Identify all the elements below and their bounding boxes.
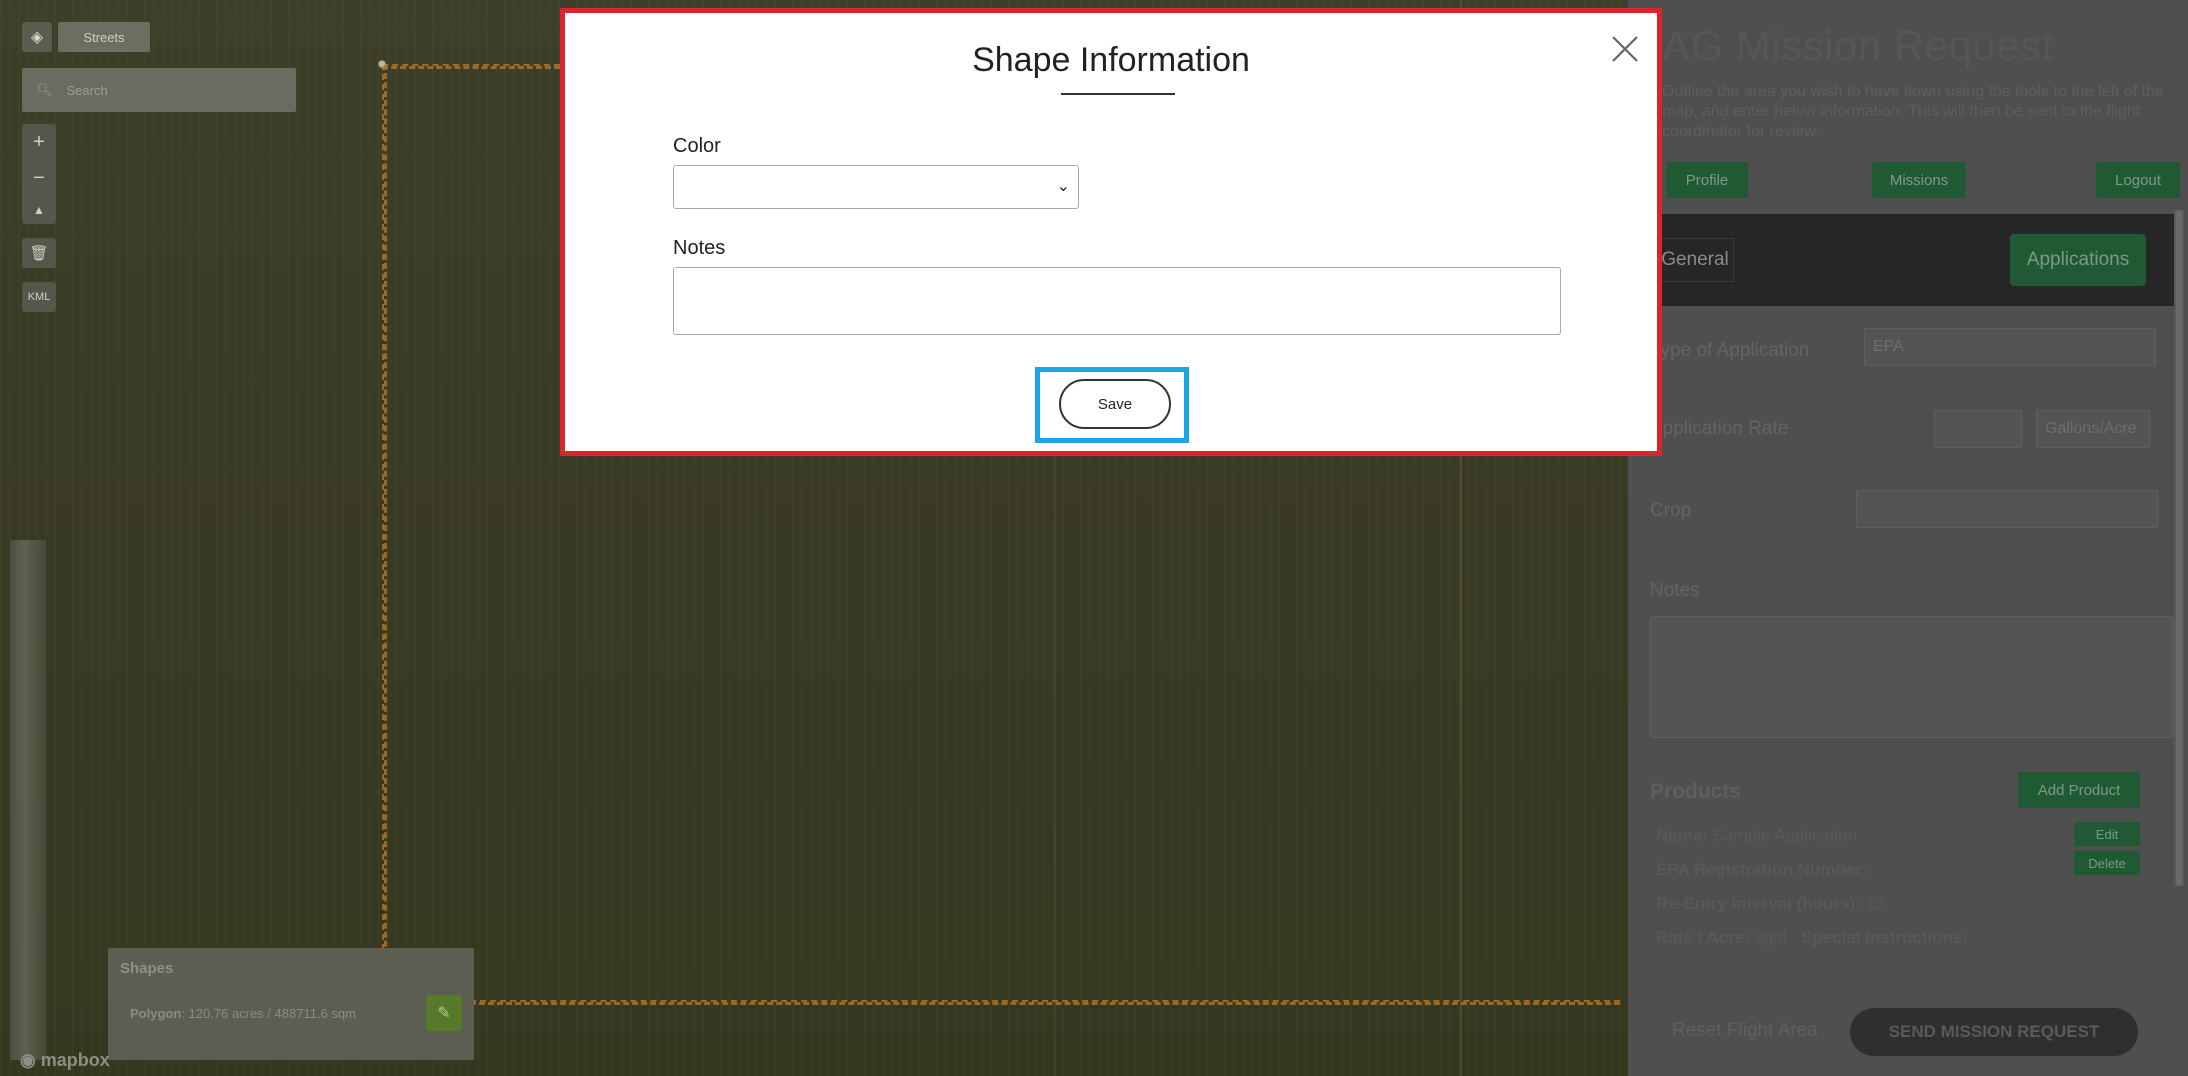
save-button[interactable]: Save xyxy=(1059,379,1171,429)
edit-shape-button[interactable]: ✎ xyxy=(426,995,462,1031)
rate-label: Application Rate xyxy=(1650,418,1789,439)
layers-icon[interactable]: ◈ xyxy=(22,22,52,52)
title-underline xyxy=(1061,93,1175,95)
notes-input[interactable] xyxy=(673,267,1561,335)
tab-general[interactable]: General xyxy=(1656,238,1734,282)
product-epa: EPA Registration Number: xyxy=(1656,860,1868,879)
page-title: AG Mission Request xyxy=(1662,22,2054,69)
missions-button[interactable]: Missions xyxy=(1872,162,1966,198)
modal-title: Shape Information xyxy=(972,41,1250,79)
rate-unit-select[interactable]: Gallons/Acre xyxy=(2036,410,2150,448)
polygon-edge-bottom xyxy=(470,1000,1620,1005)
add-product-button[interactable]: Add Product xyxy=(2018,772,2140,808)
shape-list-item: Polygon: 120.76 acres / 488711.6 sqm ✎ xyxy=(120,995,462,1031)
chevron-down-icon: ⌄ xyxy=(1056,178,1070,195)
mission-request-panel: AG Mission Request Outline the area you … xyxy=(1628,0,2188,1076)
page-description: Outline the area you wish to have flown … xyxy=(1662,83,2164,140)
crop-input[interactable] xyxy=(1856,490,2158,528)
product-rate: Rate / Acre: 3gal Special Instructions: xyxy=(1656,928,1969,947)
compass-icon[interactable]: ▲ xyxy=(33,203,45,217)
product-name: Name: Sample Application xyxy=(1656,826,1858,845)
type-input[interactable]: EPA xyxy=(1864,328,2156,366)
shapes-panel: Shapes Polygon: 120.76 acres / 488711.6 … xyxy=(108,948,474,1060)
notes-label: Notes xyxy=(1650,580,1700,601)
shape-area: 120.76 acres / 488711.6 sqm xyxy=(188,1005,356,1021)
notes-label: Notes xyxy=(673,237,726,259)
products-title: Products xyxy=(1650,780,1742,803)
polygon-edge-top xyxy=(382,64,560,69)
profile-button[interactable]: Profile xyxy=(1666,162,1748,198)
zoom-controls: + − ▲ xyxy=(22,124,56,224)
polygon-edge-left xyxy=(382,64,387,1010)
tab-bar: General Applications xyxy=(1628,214,2174,306)
color-select[interactable]: ⌄ xyxy=(673,165,1079,209)
trash-icon[interactable]: 🗑 xyxy=(22,238,56,268)
map-style-button[interactable]: Streets xyxy=(58,22,150,52)
shape-type: Polygon xyxy=(130,1005,182,1021)
tab-applications[interactable]: Applications xyxy=(2010,234,2146,286)
zoom-out-button[interactable]: − xyxy=(33,167,45,190)
color-label: Color xyxy=(673,135,721,157)
search-icon: 🔍︎ xyxy=(36,82,53,97)
shapes-title: Shapes xyxy=(120,960,174,977)
close-icon[interactable] xyxy=(1605,29,1645,69)
scrollbar-thumb[interactable] xyxy=(2176,210,2182,886)
logout-button[interactable]: Logout xyxy=(2096,162,2180,198)
map-search[interactable]: 🔍︎ Search xyxy=(22,68,296,112)
type-label: Type of Application xyxy=(1650,340,1810,361)
product-rei: Re-Entry Interval (hours): 12 xyxy=(1656,894,1885,913)
edit-product-button[interactable]: Edit xyxy=(2074,822,2140,846)
search-placeholder: Search xyxy=(66,82,108,98)
polygon-vertex[interactable] xyxy=(378,60,386,68)
notes-textarea[interactable] xyxy=(1650,616,2174,738)
delete-product-button[interactable]: Delete xyxy=(2074,851,2140,875)
crop-label: Crop xyxy=(1650,500,1692,521)
shape-information-modal: Shape Information Color ⌄ Notes Save xyxy=(560,8,1662,456)
reset-flight-area-link[interactable]: Reset Flight Area xyxy=(1672,1020,1818,1042)
kml-button[interactable]: KML xyxy=(22,282,56,312)
zoom-in-button[interactable]: + xyxy=(33,131,45,154)
rate-input[interactable] xyxy=(1934,410,2022,448)
send-mission-request-button[interactable]: SEND MISSION REQUEST xyxy=(1850,1008,2138,1056)
road-strip xyxy=(10,540,46,1060)
pencil-icon: ✎ xyxy=(437,1005,451,1022)
mapbox-logo: ◉ mapbox xyxy=(20,1050,110,1070)
